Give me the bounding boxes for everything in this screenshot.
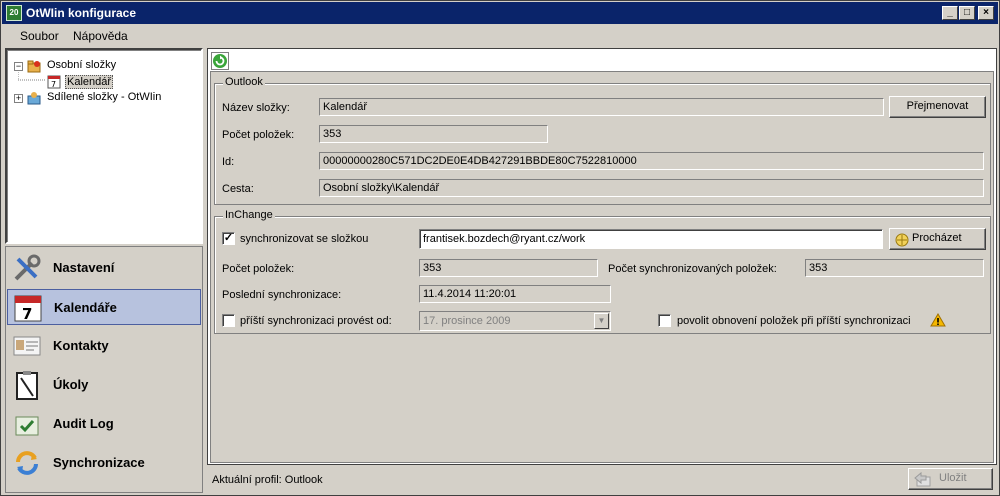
chevron-down-icon[interactable]: ▼ xyxy=(594,313,609,329)
shared-folder-icon xyxy=(27,92,41,105)
window-title: OtWIin konfigurace xyxy=(26,6,137,20)
svg-text:7: 7 xyxy=(51,80,56,89)
inchange-group: InChange ✓ synchronizovat se složkou fra… xyxy=(214,209,991,334)
app-window: 20 OtWIin konfigurace _ □ × Soubor Nápov… xyxy=(0,0,1000,496)
clipboard-icon xyxy=(16,371,38,400)
allow-restore-label: povolit obnovení položek při příští sync… xyxy=(677,315,911,327)
browse-button[interactable]: Procházet xyxy=(889,228,986,250)
nav-item-settings[interactable]: Nastavení xyxy=(7,250,201,286)
inchange-item-count-field: 353 xyxy=(419,259,598,277)
path-field: Osobní složky\Kalendář xyxy=(319,179,984,197)
refresh-icon xyxy=(213,54,227,68)
outlook-group-title: Outlook xyxy=(223,76,265,88)
maximize-button[interactable]: □ xyxy=(959,6,975,20)
nav-item-contacts[interactable]: Kontakty xyxy=(7,328,201,364)
sync-checkbox[interactable]: ✓ xyxy=(222,232,235,245)
nav-item-calendars[interactable]: 7 Kalendáře xyxy=(7,289,201,325)
synced-count-label: Počet synchronizovaných položek: xyxy=(608,263,777,275)
warning-icon xyxy=(930,313,946,327)
menu-soubor[interactable]: Soubor xyxy=(20,29,59,43)
main-content: Outlook Název složky: Kalendář Přejmenov… xyxy=(207,48,997,465)
rename-button[interactable]: Přejmenovat xyxy=(889,96,986,118)
next-sync-checkbox[interactable] xyxy=(222,314,235,327)
nav-label: Synchronizace xyxy=(53,455,145,470)
sync-icon xyxy=(16,451,38,475)
tree-item-label: Kalendář xyxy=(65,75,114,89)
nav-item-synchronization[interactable]: Synchronizace xyxy=(7,445,201,481)
nav-item-tasks[interactable]: Úkoly xyxy=(7,367,201,403)
tree-item-shared-folders[interactable]: + Sdílené složky - OtWIin xyxy=(13,90,193,106)
outlook-group: Outlook Název složky: Kalendář Přejmenov… xyxy=(214,76,991,205)
browse-button-label: Procházet xyxy=(912,232,962,244)
sync-checkbox-label: synchronizovat se složkou xyxy=(240,233,369,245)
close-button[interactable]: × xyxy=(978,6,994,20)
tools-icon xyxy=(14,254,41,281)
svg-text:7: 7 xyxy=(22,305,32,323)
title-bar[interactable]: 20 OtWIin konfigurace _ □ × xyxy=(2,2,998,24)
browse-icon xyxy=(895,233,909,247)
last-sync-field: 11.4.2014 11:20:01 xyxy=(419,285,611,303)
nav-label: Úkoly xyxy=(53,377,89,392)
save-icon xyxy=(914,471,931,487)
navigation-pane: Nastavení 7 Kalendáře Kontakty Úkoly Aud… xyxy=(5,246,203,493)
last-sync-label: Poslední synchronizace: xyxy=(222,289,342,301)
menu-bar: Soubor Nápověda xyxy=(2,25,998,45)
nav-label: Kontakty xyxy=(53,338,109,353)
menu-napoveda[interactable]: Nápověda xyxy=(73,29,128,43)
next-sync-date-picker[interactable]: 17. prosince 2009 ▼ xyxy=(419,311,611,331)
folder-properties-panel: Outlook Název složky: Kalendář Přejmenov… xyxy=(210,71,994,463)
folder-tree[interactable]: − Osobní složky 7 Kalendář + Sdílené slo… xyxy=(5,48,203,244)
personal-folder-icon xyxy=(27,60,41,73)
calendar-small-icon: 7 xyxy=(47,75,61,89)
next-sync-date-value: 17. prosince 2009 xyxy=(423,315,511,327)
refresh-button[interactable] xyxy=(211,52,229,70)
tree-item-label: Sdílené složky - OtWIin xyxy=(47,91,162,103)
id-label: Id: xyxy=(222,156,235,168)
current-profile-label: Aktuální profil: Outlook xyxy=(212,474,323,486)
nav-label: Kalendáře xyxy=(54,300,117,315)
nav-label: Audit Log xyxy=(53,416,114,431)
audit-log-icon xyxy=(15,416,39,436)
inchange-item-count-label: Počet položek: xyxy=(222,263,295,275)
allow-restore-checkbox[interactable] xyxy=(658,314,671,327)
app-icon: 20 xyxy=(6,5,22,21)
nav-item-audit-log[interactable]: Audit Log xyxy=(7,406,201,442)
inchange-group-title: InChange xyxy=(223,209,275,221)
folder-name-field: Kalendář xyxy=(319,98,884,116)
collapse-icon[interactable]: − xyxy=(14,62,23,71)
synced-count-field: 353 xyxy=(805,259,984,277)
tree-connector xyxy=(18,72,46,81)
folder-name-label: Název složky: xyxy=(222,102,290,114)
id-field: 00000000280C571DC2DE0E4DB427291BBDE80C75… xyxy=(319,152,984,170)
path-label: Cesta: xyxy=(222,183,254,195)
calendar-icon: 7 xyxy=(14,295,42,323)
item-count-field: 353 xyxy=(319,125,548,143)
next-sync-label: příští synchronizaci provést od: xyxy=(240,315,392,327)
nav-label: Nastavení xyxy=(53,260,115,275)
save-button[interactable]: Uložit xyxy=(908,468,993,490)
item-count-label: Počet položek: xyxy=(222,129,295,141)
contact-card-icon xyxy=(13,336,41,356)
tree-item-label: Osobní složky xyxy=(47,59,117,71)
minimize-button[interactable]: _ xyxy=(942,6,958,20)
expand-icon[interactable]: + xyxy=(14,94,23,103)
save-button-label: Uložit xyxy=(939,472,967,484)
tree-item-calendar[interactable]: 7 Kalendář xyxy=(13,72,193,90)
sync-folder-input[interactable]: frantisek.bozdech@ryant.cz/work xyxy=(419,229,883,249)
